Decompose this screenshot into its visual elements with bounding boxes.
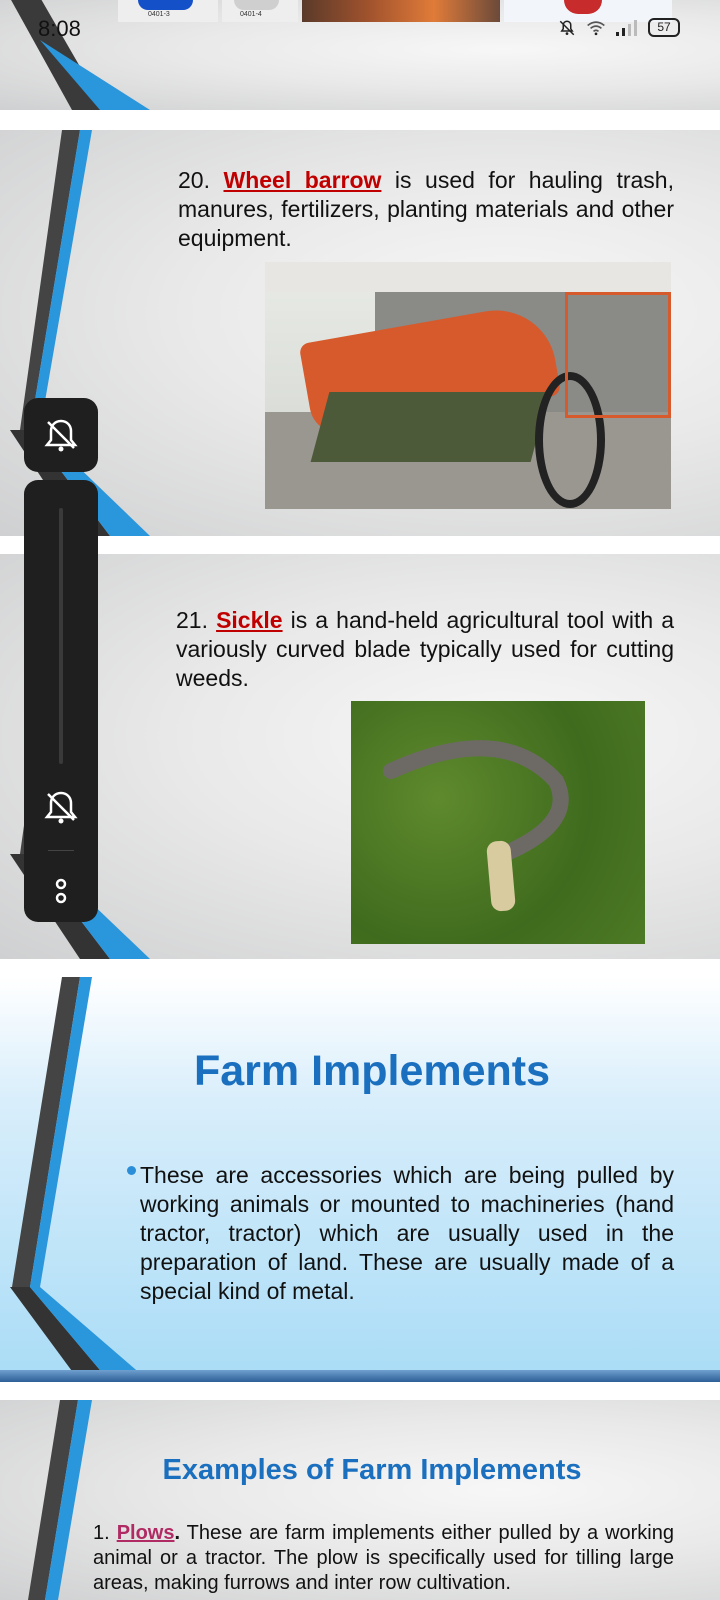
keyword-link-wheel-barrow[interactable]: Wheel barrow	[224, 167, 382, 193]
bell-off-icon[interactable]	[24, 770, 98, 844]
slide-decoration	[10, 130, 150, 536]
farm-implements-description: These are accessories which are being pu…	[140, 1162, 674, 1304]
battery-indicator: 57	[648, 18, 680, 37]
wifi-icon	[587, 20, 605, 35]
item-description: These are farm implements either pulled …	[93, 1522, 674, 1594]
status-time: 8:08	[38, 16, 81, 41]
item-number: 1.	[93, 1522, 110, 1544]
slide21-text: 21. Sickle is a hand-held agricultural t…	[176, 606, 674, 693]
slide-examples: Examples of Farm Implements 1. Plows. Th…	[0, 1400, 720, 1600]
sickle-photo	[351, 701, 645, 944]
keyword-link-sickle[interactable]: Sickle	[216, 607, 283, 633]
item-number: 21.	[176, 607, 208, 633]
examples-text: 1. Plows. These are farm implements eith…	[93, 1521, 674, 1596]
slide-title: Farm Implements	[193, 1047, 551, 1095]
more-options-icon[interactable]	[24, 862, 98, 922]
item-number: 20.	[178, 167, 210, 193]
divider	[48, 850, 74, 851]
slide-farm-implements: Farm Implements These are accessories wh…	[0, 977, 720, 1382]
keyword-link-plows[interactable]: Plows	[117, 1522, 175, 1544]
status-bar: 8:08 57	[0, 0, 720, 58]
slide20-text: 20. Wheel barrow is used for hauling tra…	[178, 166, 674, 253]
bell-off-icon	[559, 19, 575, 35]
floating-toolbar	[24, 480, 98, 922]
bullet-point	[127, 1166, 136, 1175]
bell-off-icon	[44, 419, 78, 452]
signal-icon	[616, 19, 637, 36]
slide-title: Examples of Farm Implements	[162, 1454, 582, 1486]
slide-decoration	[10, 977, 150, 1382]
slide-20: 20. Wheel barrow is used for hauling tra…	[0, 130, 720, 536]
floating-mute-button[interactable]	[24, 398, 98, 472]
volume-slider-track[interactable]	[59, 508, 63, 764]
slide-bottom-bar	[0, 1370, 720, 1382]
slide-21: 21. Sickle is a hand-held agricultural t…	[0, 554, 720, 959]
wheel-barrow-photo	[265, 262, 671, 509]
